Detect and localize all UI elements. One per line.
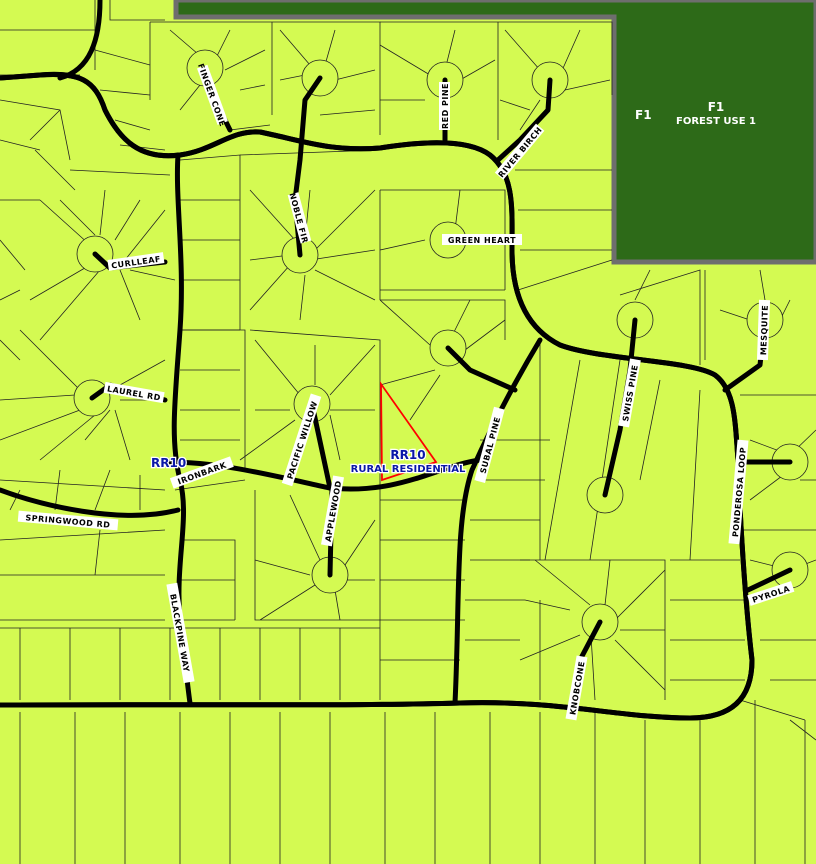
- zoning-map[interactable]: FINGER CONE RED PINE RIVER BIRCH NOBLE F…: [0, 0, 816, 864]
- forest-zone-code: F1: [635, 108, 652, 122]
- rr10-center-name: RURAL RESIDENTIAL: [351, 464, 466, 475]
- road-label-green-heart: GREEN HEART: [448, 236, 516, 245]
- forest-zone-code-large: F1: [708, 100, 725, 114]
- rr10-left-code: RR10: [151, 456, 186, 470]
- forest-zone-name: FOREST USE 1: [676, 116, 756, 127]
- road-label-mesquite: MESQUITE: [759, 305, 770, 356]
- road-label-red-pine: RED PINE: [441, 83, 450, 129]
- rr10-center-code: RR10: [390, 448, 425, 462]
